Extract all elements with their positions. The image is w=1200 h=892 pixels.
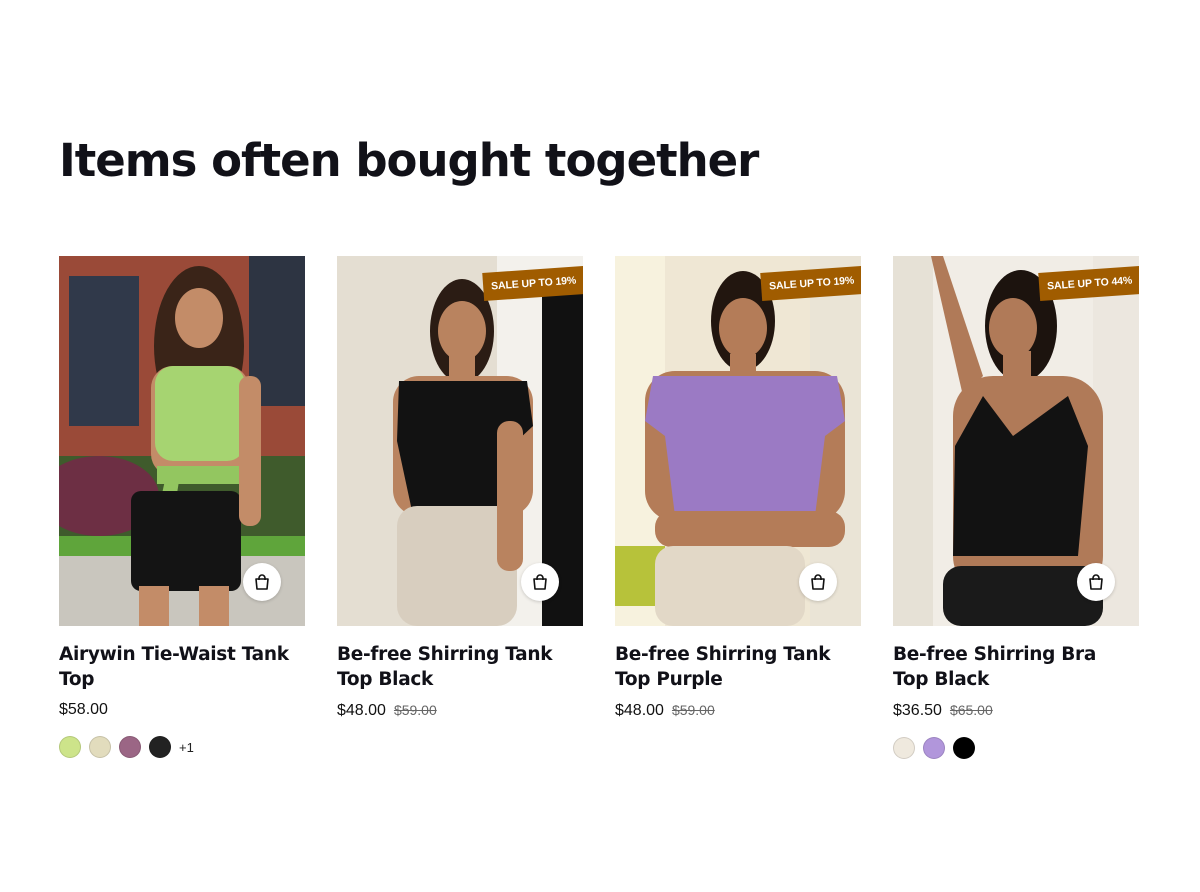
- color-swatch[interactable]: [923, 737, 945, 759]
- product-name[interactable]: Be-free Shirring Bra Top Black: [893, 642, 1133, 692]
- price-original: $59.00: [393, 702, 437, 718]
- price-row: $48.00 $59.00: [337, 700, 583, 721]
- product-image[interactable]: [59, 256, 305, 626]
- price-current: $36.50: [893, 702, 942, 719]
- shopping-bag-icon: [533, 574, 547, 590]
- product-image[interactable]: SALE UP TO 19%: [337, 256, 583, 626]
- product-name[interactable]: Be-free Shirring Tank Top Purple: [615, 642, 855, 692]
- often-bought-together-section: Items often bought together Airywin Tie-…: [0, 0, 1200, 892]
- shopping-bag-icon: [255, 574, 269, 590]
- product-card[interactable]: Airywin Tie-Waist Tank Top $58.00 +1: [59, 256, 305, 759]
- product-image[interactable]: SALE UP TO 19%: [615, 256, 861, 626]
- price-original: $59.00: [671, 702, 715, 718]
- add-to-cart-button[interactable]: [243, 563, 281, 601]
- add-to-cart-button[interactable]: [799, 563, 837, 601]
- shopping-bag-icon: [811, 574, 825, 590]
- color-swatches: +1: [59, 736, 305, 758]
- color-swatch[interactable]: [149, 736, 171, 758]
- color-swatch[interactable]: [89, 736, 111, 758]
- more-colors-count[interactable]: +1: [179, 740, 194, 755]
- price-row: $48.00 $59.00: [615, 700, 861, 721]
- product-image[interactable]: SALE UP TO 44%: [893, 256, 1139, 626]
- color-swatch[interactable]: [59, 736, 81, 758]
- price-current: $48.00: [337, 702, 386, 719]
- color-swatches: [893, 737, 1139, 759]
- product-card[interactable]: SALE UP TO 19% Be-free Shirring Tank Top…: [337, 256, 583, 759]
- price-current: $48.00: [615, 702, 664, 719]
- product-name[interactable]: Airywin Tie-Waist Tank Top: [59, 642, 299, 692]
- product-card[interactable]: SALE UP TO 19% Be-free Shirring Tank Top…: [615, 256, 861, 759]
- add-to-cart-button[interactable]: [1077, 563, 1115, 601]
- section-title: Items often bought together: [59, 134, 759, 187]
- color-swatch[interactable]: [893, 737, 915, 759]
- color-swatch[interactable]: [953, 737, 975, 759]
- product-name[interactable]: Be-free Shirring Tank Top Black: [337, 642, 577, 692]
- price-current: $58.00: [59, 701, 108, 718]
- shopping-bag-icon: [1089, 574, 1103, 590]
- product-card[interactable]: SALE UP TO 44% Be-free Shirring Bra Top …: [893, 256, 1139, 759]
- add-to-cart-button[interactable]: [521, 563, 559, 601]
- price-row: $36.50 $65.00: [893, 700, 1139, 721]
- price-row: $58.00: [59, 700, 305, 720]
- product-grid: Airywin Tie-Waist Tank Top $58.00 +1 SAL…: [59, 256, 1141, 759]
- price-original: $65.00: [949, 702, 993, 718]
- color-swatch[interactable]: [119, 736, 141, 758]
